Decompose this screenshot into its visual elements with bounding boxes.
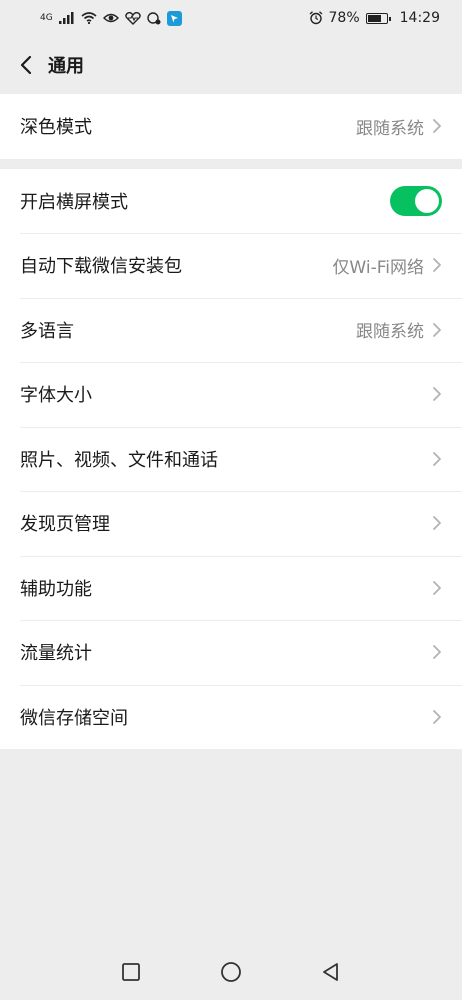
back-icon[interactable] xyxy=(14,53,38,77)
settings-group: 开启横屏模式自动下载微信安装包 仅Wi-Fi网络多语言 跟随系统字体大小照片、视频、… xyxy=(0,168,462,750)
app-icon xyxy=(166,10,182,26)
chevron-right-icon xyxy=(432,451,442,467)
battery-fill xyxy=(367,14,381,22)
settings-row[interactable]: 开启横屏模式 xyxy=(0,169,462,234)
settings-row-right xyxy=(432,386,442,402)
settings-list: 深色模式 跟随系统 开启横屏模式 自动下载微信安装包 仅Wi-Fi网络 多语言 跟随系统 字体… xyxy=(0,94,462,749)
nav-recent-icon[interactable] xyxy=(119,960,143,984)
settings-row[interactable]: 微信存储空间 xyxy=(0,684,462,750)
settings-row[interactable]: 辅助功能 xyxy=(0,555,462,621)
settings-row-right xyxy=(432,515,442,531)
settings-row-label: 发现页管理 xyxy=(20,514,110,536)
heart-icon xyxy=(124,11,141,25)
clock-time: 14:29 xyxy=(399,10,440,26)
battery-icon xyxy=(365,12,391,24)
landscape-toggle[interactable] xyxy=(390,185,442,216)
toggle-knob xyxy=(415,188,439,213)
page-title: 通用 xyxy=(48,56,84,77)
settings-row-right: 仅Wi-Fi网络 xyxy=(332,253,442,278)
settings-row[interactable]: 流量统计 xyxy=(0,620,462,685)
settings-row[interactable]: 深色模式 跟随系统 xyxy=(0,94,462,159)
navigation-bar xyxy=(0,944,462,1000)
settings-row-label: 照片、视频、文件和通话 xyxy=(20,449,218,471)
chevron-right-icon xyxy=(432,515,442,531)
settings-row-label: 自动下载微信安装包 xyxy=(20,256,182,278)
signal-icon xyxy=(58,12,74,24)
nav-back-icon[interactable] xyxy=(319,960,343,984)
settings-row-label: 流量统计 xyxy=(20,643,92,665)
battery-percent: 78% xyxy=(328,10,360,26)
settings-group: 深色模式 跟随系统 xyxy=(0,94,462,159)
settings-row[interactable]: 字体大小 xyxy=(0,362,462,427)
settings-row-value: 仅Wi-Fi网络 xyxy=(332,257,424,278)
chevron-right-icon xyxy=(432,386,442,402)
alarm-icon xyxy=(309,11,322,25)
settings-row-value: 跟随系统 xyxy=(356,118,424,139)
status-left: 4G xyxy=(40,10,182,26)
settings-row[interactable]: 照片、视频、文件和通话 xyxy=(0,426,462,492)
settings-row-right xyxy=(432,709,442,725)
chevron-right-icon xyxy=(432,580,442,596)
wifi-icon xyxy=(81,12,97,24)
settings-row-right: 跟随系统 xyxy=(356,114,442,139)
settings-row-label: 字体大小 xyxy=(20,385,92,407)
settings-row-right xyxy=(432,580,442,596)
chevron-right-icon xyxy=(432,644,442,660)
chat-icon xyxy=(147,11,161,24)
eye-icon xyxy=(102,13,119,23)
settings-row-right xyxy=(432,451,442,467)
settings-row-right xyxy=(390,185,442,216)
chevron-right-icon xyxy=(432,709,442,725)
settings-row[interactable]: 发现页管理 xyxy=(0,491,462,556)
settings-row[interactable]: 自动下载微信安装包 仅Wi-Fi网络 xyxy=(0,233,462,298)
settings-row-label: 微信存储空间 xyxy=(20,707,128,729)
settings-row-label: 深色模式 xyxy=(20,117,92,139)
settings-row-right xyxy=(432,644,442,660)
network-type: 4G xyxy=(40,13,53,23)
header: 通用 xyxy=(0,36,462,94)
settings-row-label: 辅助功能 xyxy=(20,578,92,600)
settings-row-value: 跟随系统 xyxy=(356,322,424,343)
settings-row-right: 跟随系统 xyxy=(356,317,442,342)
chevron-right-icon xyxy=(432,118,442,134)
chevron-right-icon xyxy=(432,322,442,338)
status-right: 78% 14:29 xyxy=(309,10,440,26)
settings-row-label: 开启横屏模式 xyxy=(20,191,128,213)
nav-home-icon[interactable] xyxy=(219,960,243,984)
settings-row-label: 多语言 xyxy=(20,320,74,342)
settings-row[interactable]: 多语言 跟随系统 xyxy=(0,297,462,363)
chevron-right-icon xyxy=(432,257,442,273)
status-bar: 4G 78% 14:29 xyxy=(0,0,462,36)
